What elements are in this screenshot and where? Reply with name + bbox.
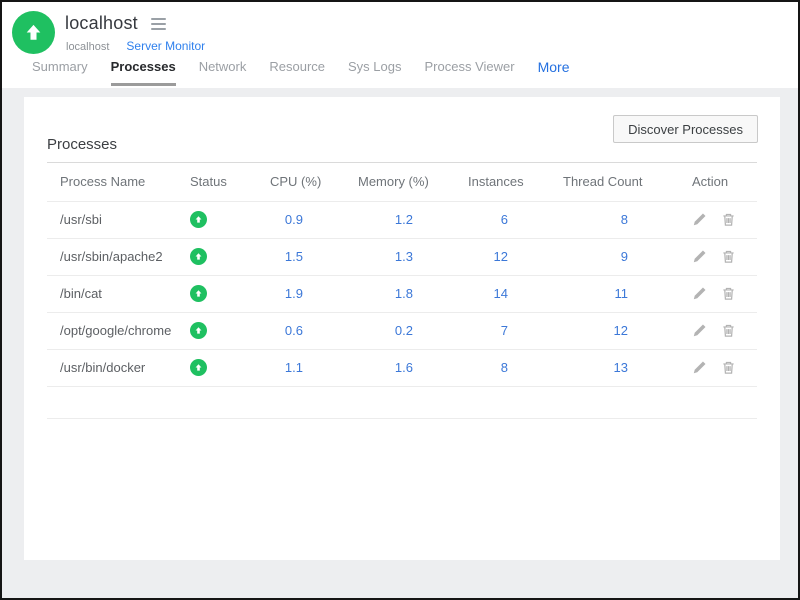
- threads-value[interactable]: 13: [550, 349, 670, 387]
- col-header-cpu: CPU (%): [257, 163, 345, 202]
- empty-table-row: [47, 386, 757, 419]
- cpu-value[interactable]: 0.6: [257, 312, 345, 350]
- instances-value[interactable]: 6: [455, 201, 550, 239]
- memory-value[interactable]: 0.2: [345, 312, 455, 350]
- app-window: localhost localhost Server Monitor Summa…: [0, 0, 800, 600]
- memory-value[interactable]: 1.6: [345, 349, 455, 387]
- status-cell: [177, 238, 257, 276]
- instances-value[interactable]: 12: [455, 238, 550, 276]
- table-row: /usr/sbi 0.9 1.2 6 8: [47, 201, 757, 239]
- action-cell: [670, 238, 757, 276]
- cpu-value[interactable]: 1.5: [257, 238, 345, 276]
- action-cell: [670, 201, 757, 239]
- col-header-process-name: Process Name: [47, 163, 177, 202]
- hamburger-menu-icon[interactable]: [149, 16, 168, 32]
- delete-trash-icon[interactable]: [721, 212, 736, 227]
- status-cell: [177, 201, 257, 239]
- status-up-icon: [190, 359, 207, 377]
- table-row: /usr/sbin/apache2 1.5 1.3 12 9: [47, 238, 757, 276]
- status-up-icon: [190, 322, 207, 340]
- process-name-cell: /bin/cat: [47, 275, 177, 313]
- page-background: Discover Processes Processes Process Nam…: [2, 88, 798, 598]
- status-cell: [177, 275, 257, 313]
- status-up-icon: [190, 285, 207, 303]
- tab-summary[interactable]: Summary: [32, 59, 88, 83]
- delete-trash-icon[interactable]: [721, 360, 736, 375]
- page-title: localhost: [65, 13, 138, 33]
- cpu-value[interactable]: 1.9: [257, 275, 345, 313]
- process-name-cell: /usr/sbi: [47, 201, 177, 239]
- process-name-cell: /opt/google/chrome: [47, 312, 177, 350]
- tab-processes[interactable]: Processes: [110, 59, 176, 86]
- edit-pencil-icon[interactable]: [692, 212, 707, 227]
- breadcrumb-server-monitor-link[interactable]: Server Monitor: [126, 39, 205, 53]
- delete-trash-icon[interactable]: [721, 249, 736, 264]
- col-header-thread-count: Thread Count: [550, 163, 670, 202]
- discover-processes-button[interactable]: Discover Processes: [613, 115, 758, 143]
- status-cell: [177, 312, 257, 350]
- instances-value[interactable]: 8: [455, 349, 550, 387]
- threads-value[interactable]: 9: [550, 238, 670, 276]
- breadcrumb-host: localhost: [66, 41, 110, 53]
- header: localhost localhost Server Monitor Summa…: [2, 2, 798, 88]
- edit-pencil-icon[interactable]: [692, 323, 707, 338]
- tab-resource[interactable]: Resource: [269, 59, 325, 83]
- delete-trash-icon[interactable]: [721, 323, 736, 338]
- tab-bar: Summary Processes Network Resource Sys L…: [32, 59, 569, 86]
- breadcrumb: localhost Server Monitor: [66, 39, 205, 53]
- up-arrow-icon: [26, 24, 41, 40]
- memory-value[interactable]: 1.3: [345, 238, 455, 276]
- tab-sys-logs[interactable]: Sys Logs: [348, 59, 401, 83]
- edit-pencil-icon[interactable]: [692, 360, 707, 375]
- instances-value[interactable]: 14: [455, 275, 550, 313]
- processes-card: Discover Processes Processes Process Nam…: [24, 97, 780, 560]
- edit-pencil-icon[interactable]: [692, 249, 707, 264]
- instances-value[interactable]: 7: [455, 312, 550, 350]
- table-row: /bin/cat 1.9 1.8 14 11: [47, 275, 757, 313]
- action-cell: [670, 312, 757, 350]
- col-header-status: Status: [177, 163, 257, 202]
- threads-value[interactable]: 8: [550, 201, 670, 239]
- table-header-row: Process Name Status CPU (%) Memory (%) I…: [47, 163, 757, 202]
- process-name-cell: /usr/sbin/apache2: [47, 238, 177, 276]
- tab-more[interactable]: More: [538, 59, 570, 84]
- status-up-icon: [190, 248, 207, 266]
- memory-value[interactable]: 1.2: [345, 201, 455, 239]
- action-cell: [670, 275, 757, 313]
- col-header-memory: Memory (%): [345, 163, 455, 202]
- threads-value[interactable]: 12: [550, 312, 670, 350]
- cpu-value[interactable]: 1.1: [257, 349, 345, 387]
- cpu-value[interactable]: 0.9: [257, 201, 345, 239]
- process-name-cell: /usr/bin/docker: [47, 349, 177, 387]
- col-header-action: Action: [670, 163, 757, 202]
- table-row: /opt/google/chrome 0.6 0.2 7 12: [47, 312, 757, 350]
- delete-trash-icon[interactable]: [721, 286, 736, 301]
- status-up-icon: [190, 211, 207, 229]
- tab-network[interactable]: Network: [199, 59, 247, 83]
- memory-value[interactable]: 1.8: [345, 275, 455, 313]
- tab-process-viewer[interactable]: Process Viewer: [425, 59, 515, 83]
- table-row: /usr/bin/docker 1.1 1.6 8 13: [47, 349, 757, 387]
- col-header-instances: Instances: [455, 163, 550, 202]
- action-cell: [670, 349, 757, 387]
- threads-value[interactable]: 11: [550, 275, 670, 313]
- status-cell: [177, 349, 257, 387]
- edit-pencil-icon[interactable]: [692, 286, 707, 301]
- section-title: Processes: [47, 136, 118, 153]
- processes-table: Process Name Status CPU (%) Memory (%) I…: [47, 163, 757, 419]
- host-status-logo: [12, 11, 55, 54]
